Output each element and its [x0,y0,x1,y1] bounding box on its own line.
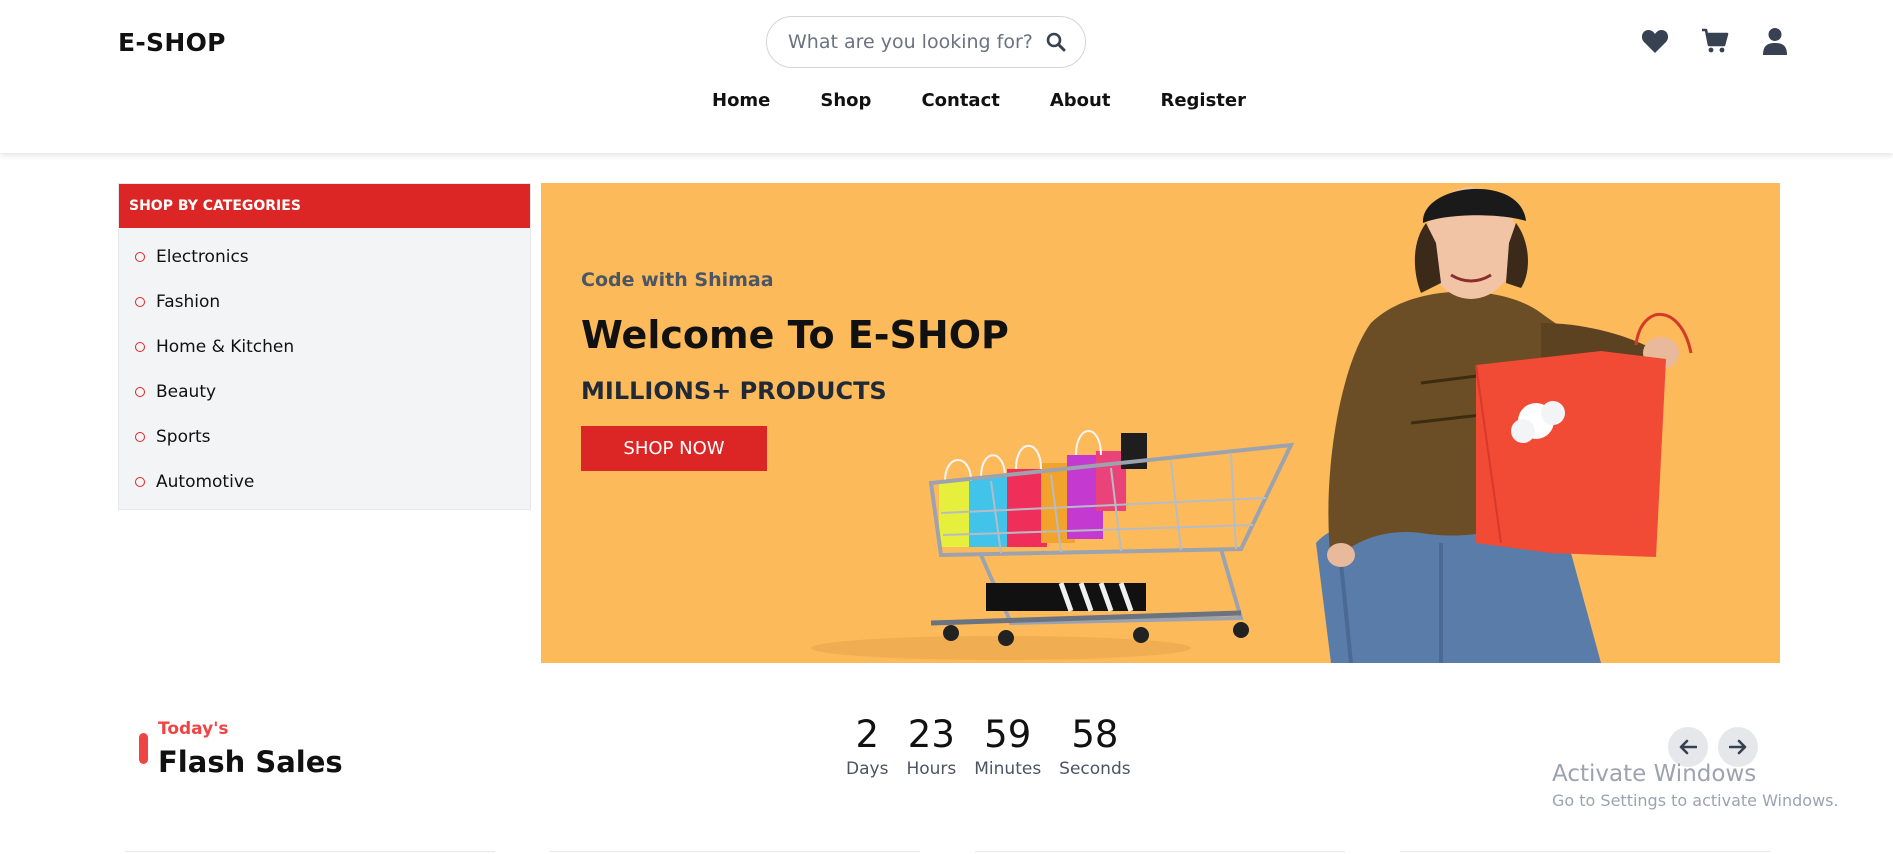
category-label: Fashion [156,291,221,312]
bullet-icon [135,476,145,487]
search-icon[interactable] [1043,29,1069,55]
category-label: Automotive [156,471,255,492]
category-sidebar: SHOP BY CATEGORIES Electronics Fashion H… [118,183,531,510]
bullet-icon [135,296,145,307]
search-input[interactable] [788,31,1043,53]
flash-sales-kicker: Today's [158,719,229,739]
category-label: Home & Kitchen [156,336,295,357]
cart-icon[interactable] [1700,26,1730,56]
site-logo[interactable]: E-SHOP [118,28,226,57]
countdown-minutes: 59 Minutes [974,713,1041,779]
flash-sales-marker [139,733,148,764]
watermark-title: Activate Windows [1552,761,1757,787]
countdown-seconds: 58 Seconds [1059,713,1130,779]
category-item-fashion[interactable]: Fashion [119,279,530,324]
site-header: E-SHOP Home Shop Contact About Register [0,0,1893,153]
countdown-value: 23 [907,713,955,756]
category-label: Beauty [156,381,217,402]
shop-now-button[interactable]: SHOP NOW [581,426,767,471]
hero-banner: Code with Shimaa Welcome To E-SHOP MILLI… [541,183,1780,663]
watermark-subtitle: Go to Settings to activate Windows. [1552,791,1839,810]
category-item-electronics[interactable]: Electronics [119,234,530,279]
main-nav: Home Shop Contact About Register [712,90,1246,111]
user-icon[interactable] [1760,26,1790,56]
bullet-icon [135,341,145,352]
search-bar [766,16,1086,68]
countdown-label: Seconds [1059,759,1131,779]
countdown-value: 2 [855,713,879,756]
nav-contact[interactable]: Contact [921,90,999,111]
countdown-label: Minutes [974,759,1042,779]
countdown-label: Hours [906,759,957,779]
shopping-cart-illustration [811,430,1295,660]
bullet-icon [135,251,145,262]
category-label: Sports [156,426,211,447]
category-list: Electronics Fashion Home & Kitchen Beaut… [119,228,530,504]
product-card-edge [550,851,920,852]
countdown-days: 2 Days [846,713,888,779]
category-label: Electronics [156,246,249,267]
header-actions [1640,26,1790,56]
category-item-beauty[interactable]: Beauty [119,369,530,414]
category-item-automotive[interactable]: Automotive [119,459,530,504]
sidebar-title: SHOP BY CATEGORIES [119,184,530,228]
countdown-value: 59 [984,713,1032,756]
product-card-edge [1400,851,1770,852]
nav-home[interactable]: Home [712,90,770,111]
nav-register[interactable]: Register [1160,90,1246,111]
category-item-sports[interactable]: Sports [119,414,530,459]
banner-title: Welcome To E-SHOP [581,313,1009,357]
countdown-timer: 2 Days 23 Hours 59 Minutes 58 Seconds [846,713,1131,779]
hero-illustration [811,187,1693,663]
countdown-hours: 23 Hours [906,713,956,779]
bullet-icon [135,431,145,442]
countdown-value: 58 [1071,713,1119,756]
flash-sales-title: Flash Sales [158,745,343,779]
windows-activation-watermark: Activate Windows Go to Settings to activ… [1552,761,1839,810]
heart-icon[interactable] [1640,26,1670,56]
countdown-label: Days [846,759,889,779]
nav-about[interactable]: About [1050,90,1111,111]
bullet-icon [135,386,145,397]
product-card-edge [975,851,1345,852]
banner-subtitle: MILLIONS+ PRODUCTS [581,377,887,405]
banner-kicker: Code with Shimaa [581,269,774,291]
nav-shop[interactable]: Shop [820,90,871,111]
category-item-home-kitchen[interactable]: Home & Kitchen [119,324,530,369]
product-card-edge [125,851,495,852]
model-person-illustration [1316,187,1693,663]
